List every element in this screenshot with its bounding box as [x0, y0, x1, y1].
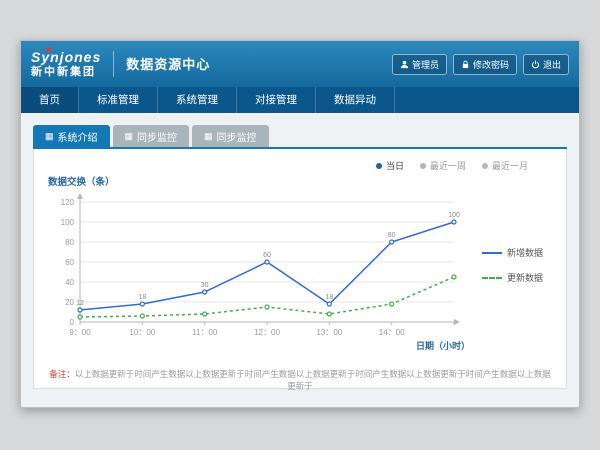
- legend-last-week[interactable]: 最近一周: [420, 159, 466, 172]
- footnote: 备注：以上数据更新于时间产生数据以上数据更新于时间产生数据以上数据更新于时间产生…: [46, 368, 554, 392]
- power-icon: [531, 60, 540, 69]
- app-header: Synjones 新中新集团 数据资源中心 管理员: [21, 41, 579, 87]
- logout-button-label: 退出: [543, 58, 561, 71]
- nav-item-connection-management[interactable]: 对接管理: [237, 87, 316, 113]
- svg-text:14：00: 14：00: [379, 328, 405, 337]
- logo: Synjones 新中新集团: [31, 50, 101, 77]
- change-password-button-label: 修改密码: [473, 58, 509, 71]
- y-axis-title: 数据交换（条）: [48, 174, 554, 188]
- svg-text:13：00: 13：00: [316, 328, 342, 337]
- nav-item-standard-management[interactable]: 标准管理: [79, 87, 158, 113]
- admin-button-label: 管理员: [412, 58, 439, 71]
- app-window: Synjones 新中新集团 数据资源中心 管理员: [20, 40, 580, 408]
- svg-text:40: 40: [65, 278, 74, 287]
- svg-text:11：00: 11：00: [192, 328, 218, 337]
- tab-label: 系统介绍: [58, 129, 98, 144]
- header-actions: 管理员 修改密码 退出: [392, 54, 569, 75]
- svg-text:0: 0: [70, 318, 75, 327]
- svg-text:12: 12: [76, 300, 84, 307]
- legend-label: 最近一周: [430, 159, 466, 172]
- user-icon: [400, 60, 409, 69]
- green-line-sample: [482, 277, 502, 279]
- admin-button[interactable]: 管理员: [392, 54, 447, 75]
- svg-text:100: 100: [448, 212, 460, 219]
- time-range-legend: 当日 最近一周 最近一月: [46, 155, 554, 172]
- tab-sync-monitor-2[interactable]: ▦ 同步监控: [192, 125, 269, 147]
- tab-label: 同步监控: [217, 129, 257, 144]
- legend-label: 当日: [386, 159, 404, 172]
- footnote-text: 以上数据更新于时间产生数据以上数据更新于时间产生数据以上数据更新于时间产生数据以…: [75, 369, 551, 391]
- brand: Synjones 新中新集团 数据资源中心: [31, 50, 210, 77]
- tab-sync-monitor-1[interactable]: ▦ 同步监控: [113, 125, 190, 147]
- legend-new-data[interactable]: 新增数据: [482, 246, 543, 259]
- tab-system-intro[interactable]: ▦ 系统介绍: [33, 125, 110, 147]
- svg-text:18: 18: [138, 294, 146, 301]
- grid-icon: ▦: [125, 132, 134, 141]
- svg-text:80: 80: [65, 238, 74, 247]
- svg-text:100: 100: [61, 218, 75, 227]
- lock-icon: [461, 60, 470, 69]
- chart-row: 0 20 40 60 80 100 120 9：00 10：00 11：00 12：00 13：00 1…: [46, 188, 554, 358]
- svg-text:10：00: 10：00: [129, 328, 155, 337]
- content-area: ▦ 系统介绍 ▦ 同步监控 ▦ 同步监控 当日: [21, 113, 579, 407]
- legend-label: 最近一月: [492, 159, 528, 172]
- legend-dot: [482, 163, 488, 169]
- svg-text:12：00: 12：00: [254, 328, 280, 337]
- svg-text:9：00: 9：00: [69, 328, 91, 337]
- blue-line-sample: [482, 252, 502, 254]
- brand-divider: [113, 51, 114, 77]
- logo-text: Synjones: [31, 50, 101, 65]
- footnote-prefix: 备注：: [49, 369, 75, 379]
- nav-item-system-management[interactable]: 系统管理: [158, 87, 237, 113]
- svg-text:120: 120: [61, 198, 75, 207]
- series-label: 更新数据: [507, 271, 543, 284]
- grid-icon: ▦: [204, 132, 213, 141]
- series-legend: 新增数据 更新数据: [482, 246, 543, 358]
- legend-last-month[interactable]: 最近一月: [482, 159, 528, 172]
- tab-bar: ▦ 系统介绍 ▦ 同步监控 ▦ 同步监控: [33, 125, 567, 147]
- series-label: 新增数据: [507, 246, 543, 259]
- nav-item-data-change[interactable]: 数据异动: [316, 87, 395, 113]
- chart-panel: 当日 最近一周 最近一月 数据交换（条） 0 20 40 60 80 100 120 9：00…: [33, 149, 567, 389]
- legend-dot: [420, 163, 426, 169]
- legend-update-data[interactable]: 更新数据: [482, 271, 543, 284]
- svg-text:60: 60: [263, 252, 271, 259]
- legend-today[interactable]: 当日: [376, 159, 404, 172]
- svg-text:20: 20: [65, 298, 74, 307]
- svg-text:日期（小时）: 日期（小时）: [416, 340, 470, 351]
- logo-subtext: 新中新集团: [31, 66, 101, 78]
- line-chart: 0 20 40 60 80 100 120 9：00 10：00 11：00 12：00 13：00 1…: [46, 188, 476, 358]
- svg-text:30: 30: [201, 282, 209, 289]
- nav-item-home[interactable]: 首页: [21, 87, 79, 113]
- svg-text:18: 18: [325, 294, 333, 301]
- page-title: 数据资源中心: [126, 54, 210, 73]
- logout-button[interactable]: 退出: [523, 54, 569, 75]
- grid-icon: ▦: [45, 132, 54, 141]
- change-password-button[interactable]: 修改密码: [453, 54, 517, 75]
- legend-dot: [376, 163, 382, 169]
- svg-text:60: 60: [65, 258, 74, 267]
- main-nav: 首页 标准管理 系统管理 对接管理 数据异动: [21, 87, 579, 113]
- svg-text:80: 80: [388, 232, 396, 239]
- desktop-background: Synjones 新中新集团 数据资源中心 管理员: [0, 0, 600, 450]
- tab-label: 同步监控: [137, 129, 177, 144]
